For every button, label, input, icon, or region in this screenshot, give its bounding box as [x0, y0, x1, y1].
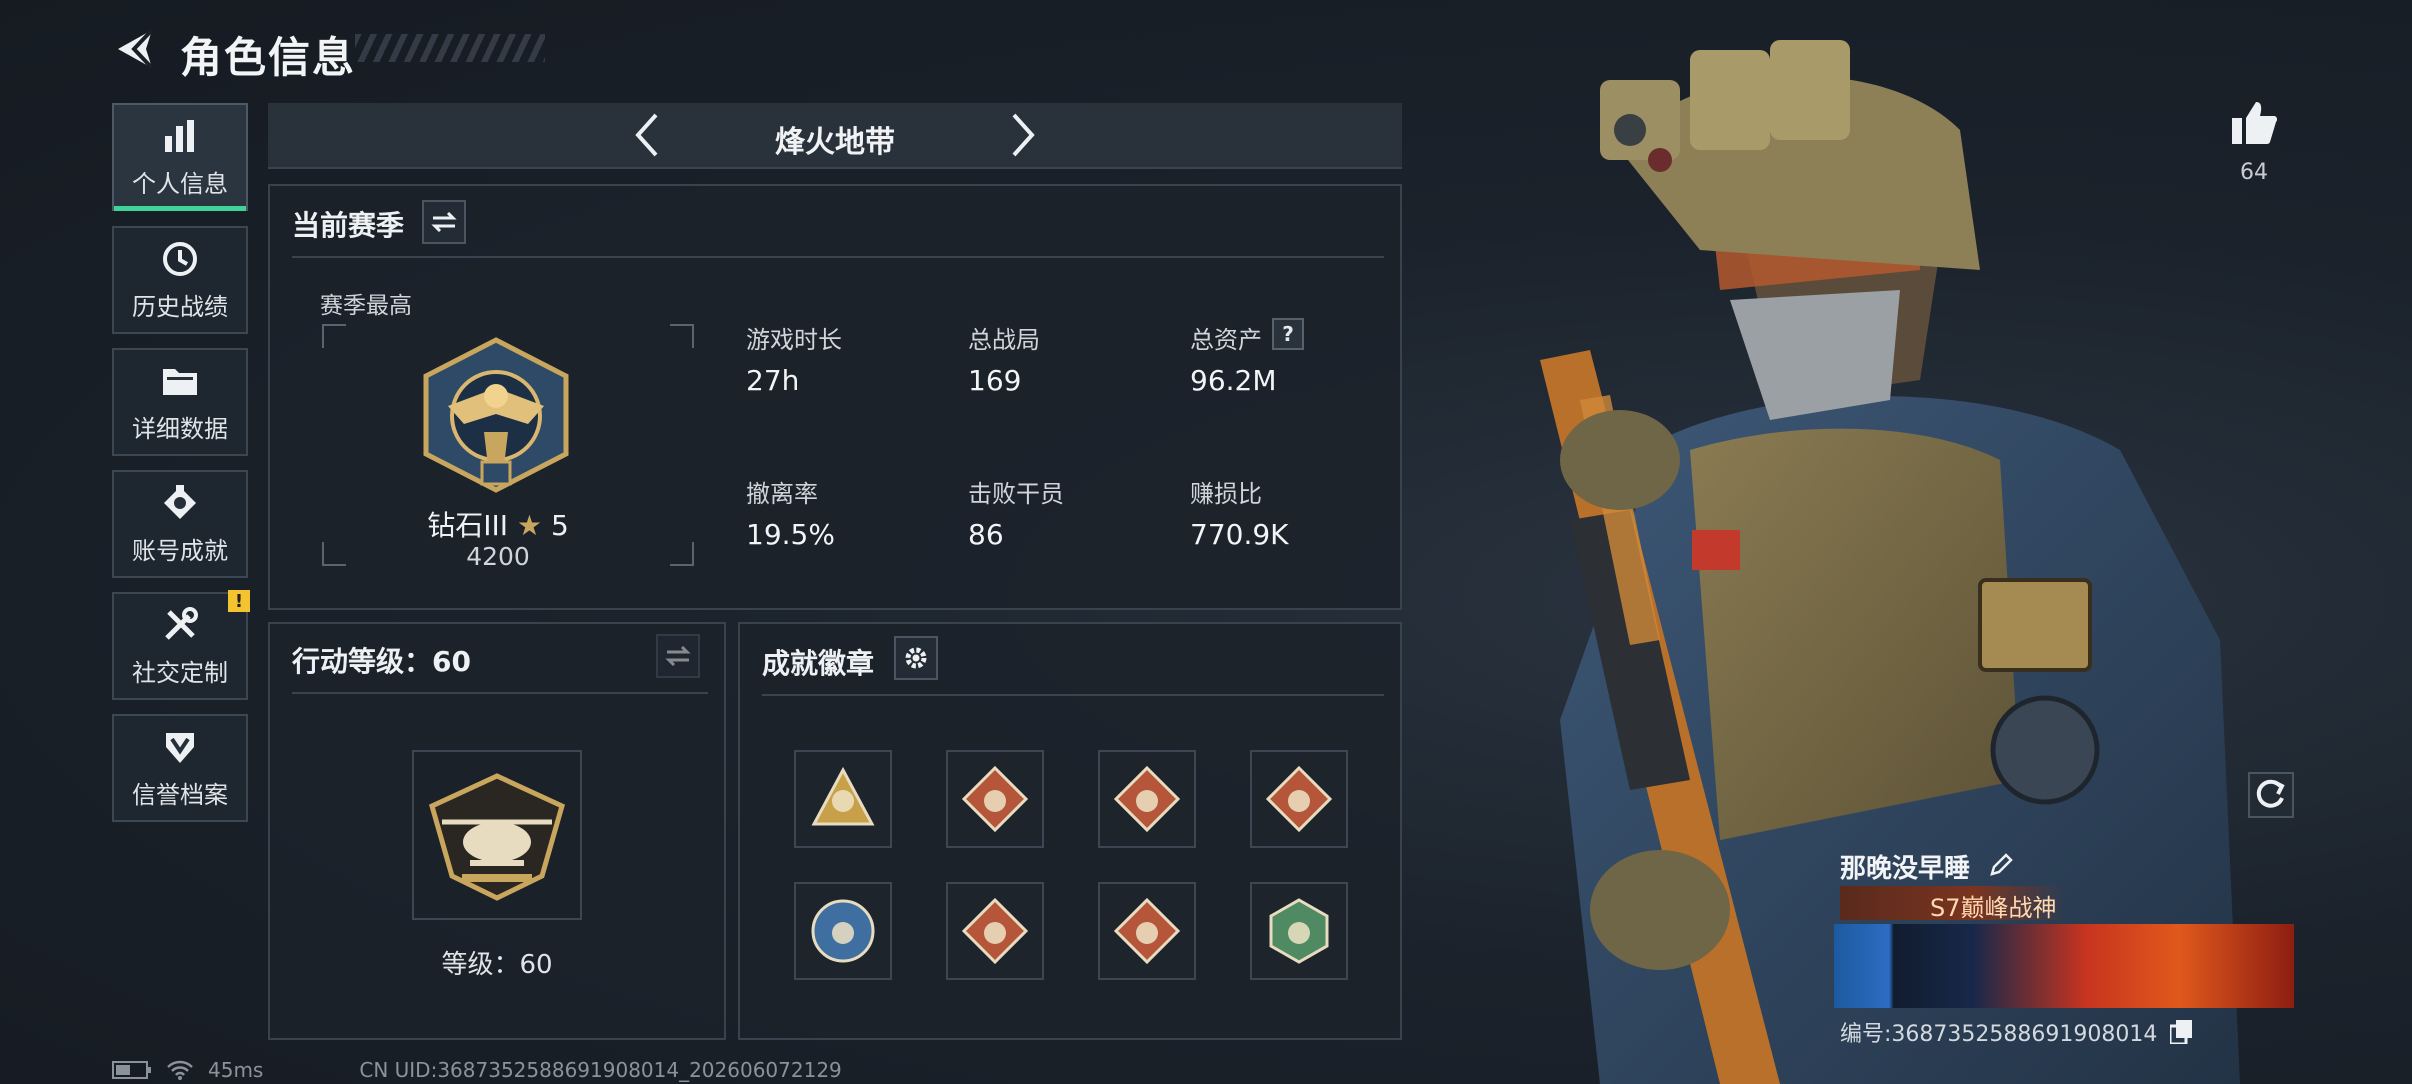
stat-label: 赚损比	[1190, 480, 1262, 508]
title-decoration	[355, 34, 545, 62]
level-emblem-frame	[412, 750, 582, 920]
battery-icon	[112, 1061, 151, 1079]
season-panel: 当前赛季 赛季最高 钻石III ★ 5 4200 游戏时长 27h 总战局 16…	[268, 184, 1402, 610]
copy-icon	[2168, 1020, 2193, 1046]
nav-item-account-achievements[interactable]: 账号成就	[112, 470, 248, 578]
badge-slot[interactable]	[1250, 750, 1348, 848]
stat-value: 770.9K	[1190, 518, 1289, 551]
eagle-badge-icon	[811, 899, 875, 963]
rank-points: 4200	[466, 542, 530, 571]
season-switch-button[interactable]	[422, 200, 466, 244]
edit-name-button[interactable]	[1989, 853, 2013, 884]
nav-item-detailed-data[interactable]: 详细数据	[112, 348, 248, 456]
refresh-icon	[2256, 779, 2285, 808]
nav-label: 个人信息	[132, 169, 228, 198]
level-text: 等级：60	[441, 950, 553, 980]
badge-settings-button[interactable]	[894, 636, 938, 680]
folder-icon	[160, 361, 200, 401]
gear-icon	[905, 647, 927, 669]
stat-value: 19.5%	[746, 518, 835, 551]
rank-name-row: 钻石III ★ 5	[420, 504, 576, 544]
action-level-switch-button[interactable]	[656, 634, 700, 678]
tools-icon	[160, 605, 200, 645]
helicopter-level-emblem-icon	[429, 773, 565, 901]
nav-item-credit-record[interactable]: 信誉档案	[112, 714, 248, 822]
season-best-label: 赛季最高	[320, 293, 412, 319]
badge-grid	[794, 750, 1348, 980]
bar-chart-icon	[160, 116, 200, 156]
divider	[762, 694, 1384, 696]
nav-label: 详细数据	[132, 414, 228, 443]
bird-badge-icon	[1269, 898, 1329, 964]
nav-label: 历史战绩	[132, 292, 228, 321]
stat-value: 27h	[746, 364, 800, 397]
wifi-icon	[167, 1060, 193, 1080]
stat-label: 总战局	[968, 326, 1040, 354]
achievement-icon	[160, 483, 200, 523]
help-button[interactable]: ?	[1272, 318, 1304, 350]
stat-label: 撤离率	[746, 480, 818, 508]
runner-badge-icon	[1113, 765, 1181, 833]
like-button[interactable]	[2230, 100, 2278, 146]
action-level-title: 行动等级：60	[292, 645, 471, 678]
swap-icon	[665, 646, 691, 666]
beast-badge-icon	[961, 897, 1029, 965]
stat-label: 总资产	[1190, 326, 1262, 354]
action-level-panel: 行动等级：60 等级：60	[268, 622, 726, 1040]
history-icon	[160, 239, 200, 279]
status-bar: 45ms CN UID:3687352588691908014_20260607…	[112, 1058, 842, 1082]
badge-slot[interactable]	[1250, 882, 1348, 980]
stat-value: 96.2M	[1190, 364, 1277, 397]
cn-uid-text: CN UID:3687352588691908014_202606072129	[359, 1058, 842, 1082]
alert-badge: !	[228, 590, 250, 612]
stat-label: 击败干员	[968, 480, 1064, 508]
wolf-badge-icon	[1113, 897, 1181, 965]
season-title: 当前赛季	[292, 209, 405, 242]
player-banner[interactable]	[1834, 924, 2294, 1008]
nav-item-history[interactable]: 历史战绩	[112, 226, 248, 334]
swap-icon	[431, 212, 457, 232]
player-id: 编号:3687352588691908014	[1840, 1022, 2158, 1047]
refresh-button[interactable]	[2248, 772, 2294, 818]
badge-slot[interactable]	[946, 750, 1044, 848]
player-id-row: 编号:3687352588691908014	[1840, 1016, 2193, 1050]
divider	[292, 692, 708, 694]
nav-item-personal-info[interactable]: 个人信息	[112, 103, 248, 211]
credit-shield-icon	[160, 727, 200, 767]
badges-title: 成就徽章	[762, 647, 875, 680]
mode-selector: 烽火地带	[268, 103, 1402, 169]
badge-slot[interactable]	[946, 882, 1044, 980]
ping-text: 45ms	[208, 1058, 264, 1082]
divider	[292, 256, 1384, 258]
badge-slot[interactable]	[1098, 750, 1196, 848]
stat-value: 86	[968, 518, 1004, 551]
star-icon: ★	[516, 509, 543, 542]
nav-label: 信誉档案	[132, 780, 228, 809]
badge-slot[interactable]	[1098, 882, 1196, 980]
like-count: 64	[2240, 160, 2268, 185]
rank-name: 钻石III	[427, 509, 509, 542]
nav-label: 社交定制	[132, 658, 228, 687]
next-mode-button[interactable]	[1008, 111, 1038, 159]
diamond-rank-emblem-icon	[423, 337, 569, 493]
dragon-badge-icon	[961, 765, 1029, 833]
copy-button[interactable]	[2168, 1020, 2193, 1050]
player-name-text: 那晚没早睡	[1840, 854, 1971, 884]
rank-stars: 5	[550, 509, 569, 542]
pencil-icon	[1990, 853, 2013, 876]
badge-slot[interactable]	[794, 750, 892, 848]
pyramid-badge-icon	[811, 766, 875, 826]
stat-label: 游戏时长	[746, 326, 842, 354]
achievement-badges-panel: 成就徽章	[738, 622, 1402, 1040]
stat-value: 169	[968, 364, 1022, 397]
player-title-badge: S7巅峰战神	[1930, 894, 2057, 922]
fist-badge-icon	[1265, 765, 1333, 833]
badge-slot[interactable]	[794, 882, 892, 980]
mode-title: 烽火地带	[775, 125, 895, 160]
player-name: 那晚没早睡	[1840, 848, 2013, 885]
back-button[interactable]	[112, 26, 158, 72]
nav-label: 账号成就	[132, 536, 228, 565]
page-title: 角色信息	[180, 33, 357, 82]
